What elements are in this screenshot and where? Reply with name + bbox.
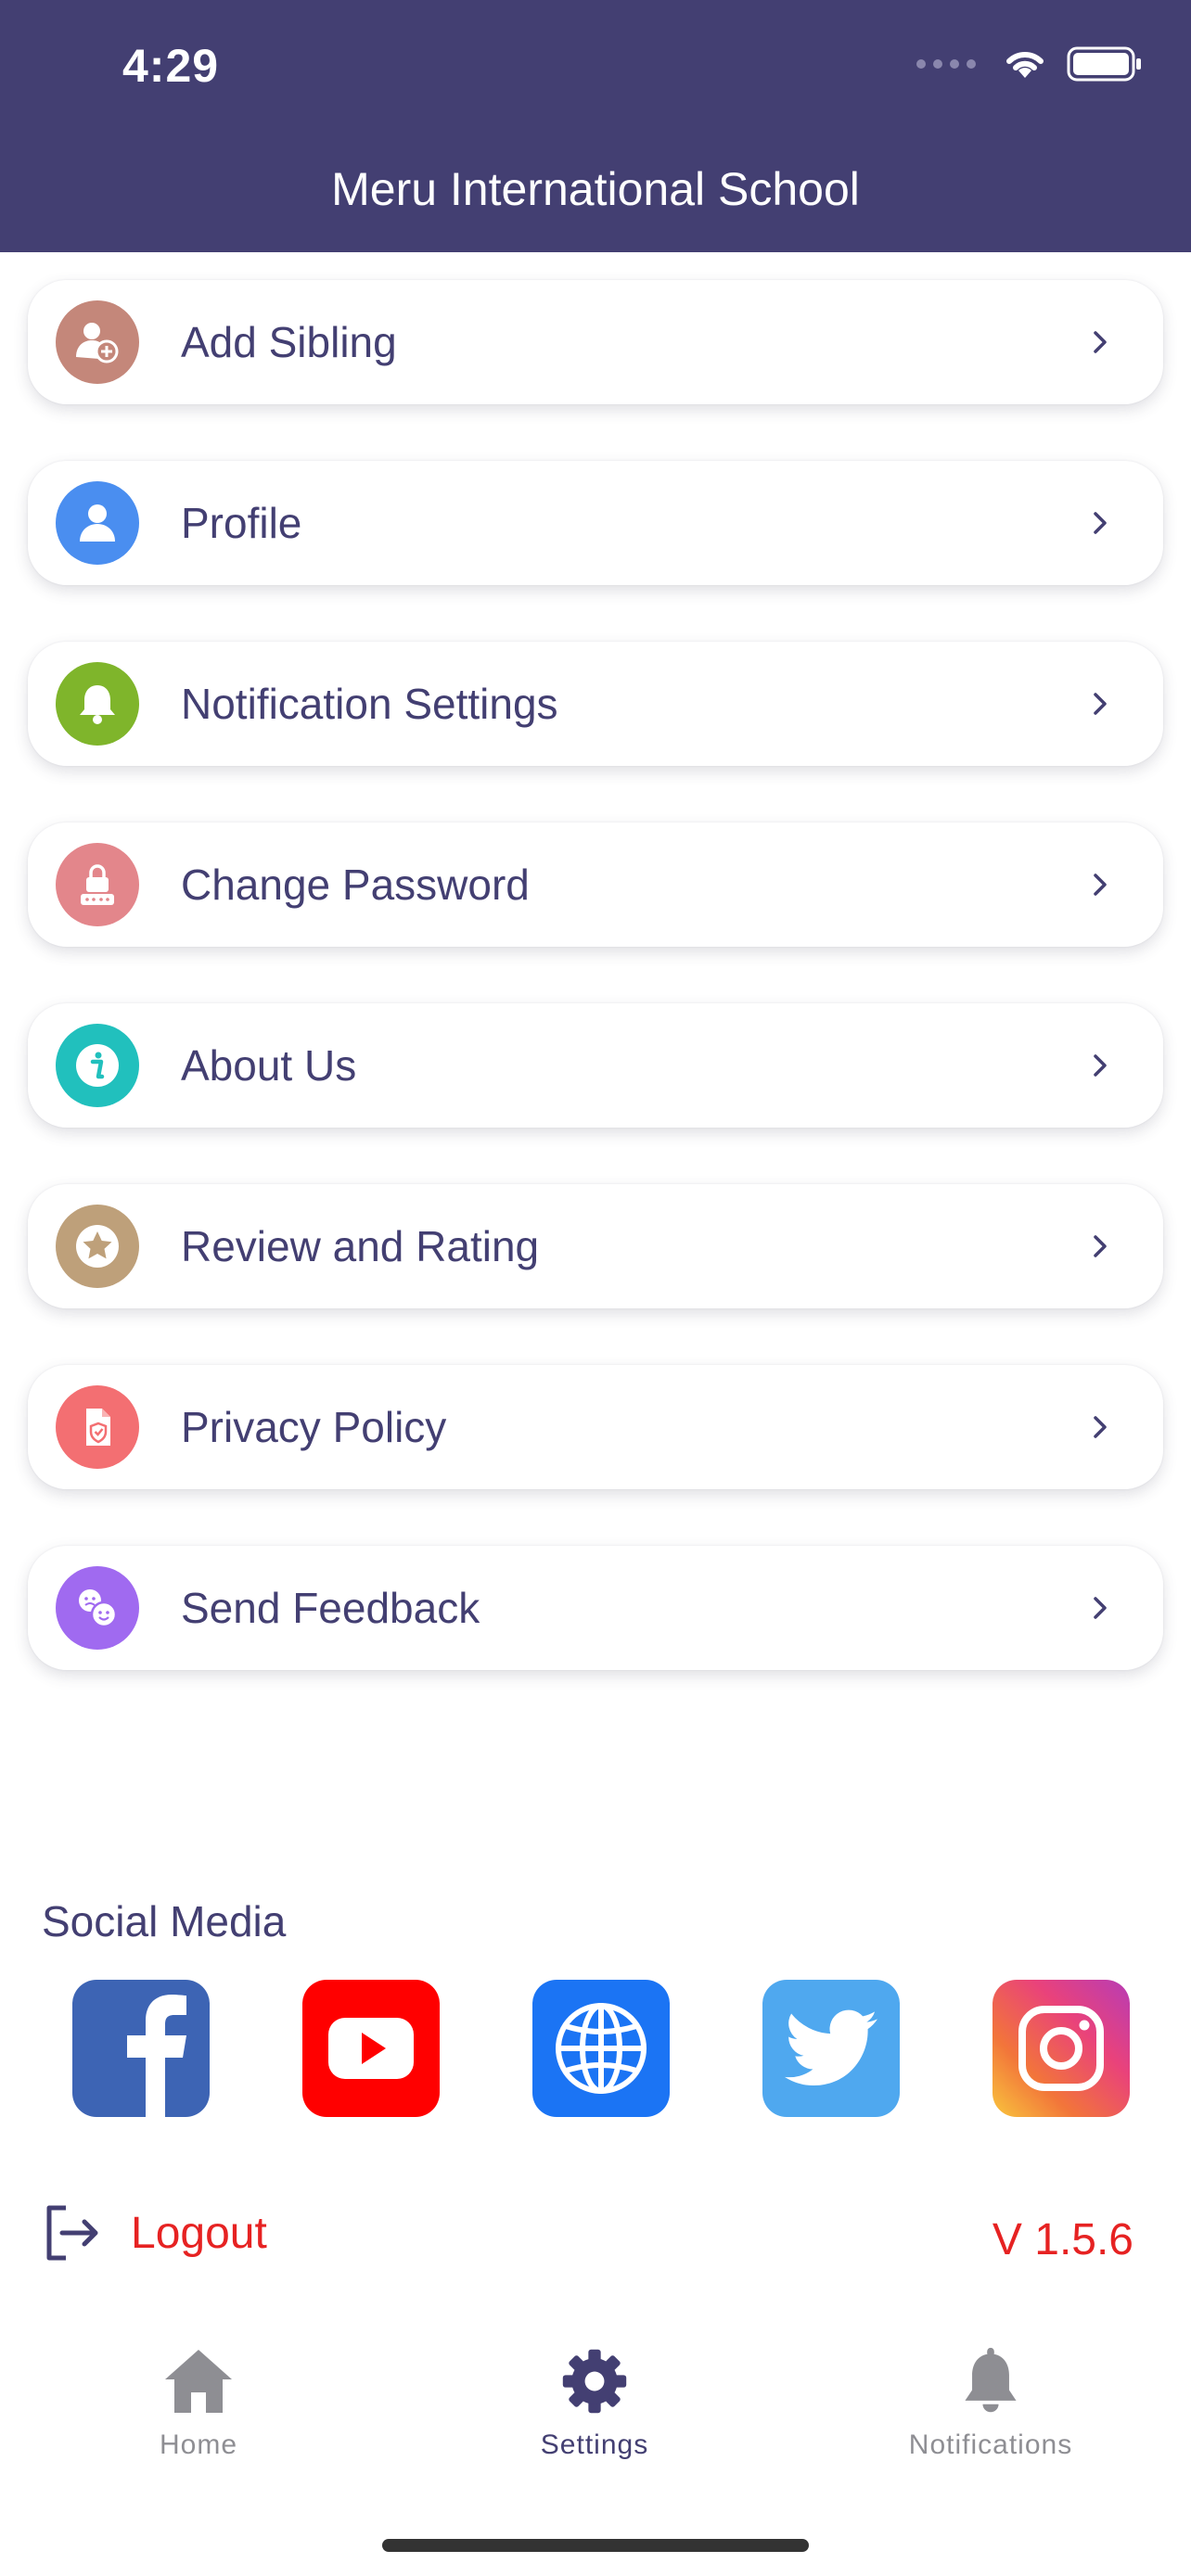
tab-label: Home (159, 2429, 238, 2460)
chevron-right-icon (1094, 1416, 1107, 1438)
globe-icon (556, 2003, 647, 2094)
menu-item-label: Review and Rating (181, 1222, 540, 1270)
status-time: 4:29 (122, 40, 220, 92)
instagram-icon (1018, 2006, 1104, 2091)
home-indicator[interactable] (382, 2539, 809, 2552)
menu-item-label: Add Sibling (181, 318, 397, 366)
menu-item-label: Privacy Policy (181, 1403, 447, 1451)
menu-item-change-password[interactable]: Change Password (28, 823, 1163, 947)
facebook-icon (127, 1995, 186, 2117)
menu-item-label: About Us (181, 1041, 357, 1090)
status-indicators (916, 46, 1143, 82)
menu-item-notification-settings[interactable]: Notification Settings (28, 642, 1163, 766)
social-media-title: Social Media (42, 1897, 287, 1945)
menu-item-about-us[interactable]: About Us (28, 1003, 1163, 1128)
chevron-right-icon (1094, 331, 1107, 353)
page-title: Meru International School (331, 163, 860, 215)
tab-notifications[interactable]: Notifications (870, 2346, 1111, 2461)
app-version: V 1.5.6 (992, 2215, 1133, 2264)
website-button[interactable] (532, 1980, 670, 2117)
app-header: 4:29 Meru International School (0, 0, 1191, 252)
menu-item-label: Change Password (181, 861, 530, 909)
logout-button[interactable]: Logout (42, 2202, 267, 2264)
youtube-button[interactable] (302, 1980, 440, 2117)
wifi-icon (1006, 51, 1044, 78)
tab-bar: Home Settings Notifications (0, 2346, 1191, 2476)
star-icon (56, 1205, 139, 1288)
menu-item-add-sibling[interactable]: Add Sibling (28, 280, 1163, 404)
lock-icon (56, 843, 139, 926)
youtube-icon (328, 2018, 414, 2079)
gear-icon (562, 2349, 627, 2414)
chevron-right-icon (1094, 874, 1107, 896)
tab-label: Notifications (908, 2429, 1073, 2460)
bell-icon (965, 2347, 1017, 2413)
chevron-right-icon (1094, 512, 1107, 534)
bell-icon (56, 662, 139, 746)
tab-settings[interactable]: Settings (474, 2346, 715, 2461)
chevron-right-icon (1094, 1597, 1107, 1619)
chevron-right-icon (1094, 693, 1107, 715)
twitter-button[interactable] (762, 1980, 900, 2117)
home-icon (165, 2350, 232, 2413)
menu-item-label: Send Feedback (181, 1584, 480, 1632)
social-media-links (72, 1980, 1130, 2117)
shield-document-icon (56, 1385, 139, 1469)
info-icon (56, 1024, 139, 1107)
logout-icon (46, 2205, 98, 2261)
menu-item-send-feedback[interactable]: Send Feedback (28, 1546, 1163, 1670)
add-user-icon (56, 300, 139, 384)
menu-item-label: Notification Settings (181, 680, 558, 728)
tab-label: Settings (540, 2429, 649, 2460)
menu-item-review-and-rating[interactable]: Review and Rating (28, 1184, 1163, 1308)
chevron-right-icon (1094, 1054, 1107, 1077)
chevron-right-icon (1094, 1235, 1107, 1257)
instagram-button[interactable] (992, 1980, 1130, 2117)
menu-item-profile[interactable]: Profile (28, 461, 1163, 585)
settings-menu: Add Sibling Profile Notification Setting… (28, 280, 1163, 1727)
battery-icon (1067, 46, 1141, 82)
signal-icon (916, 59, 976, 69)
menu-item-label: Profile (181, 499, 302, 547)
twitter-icon (785, 2009, 877, 2085)
logout-label: Logout (131, 2208, 267, 2258)
person-icon (56, 481, 139, 565)
feedback-icon (56, 1566, 139, 1650)
menu-item-privacy-policy[interactable]: Privacy Policy (28, 1365, 1163, 1489)
facebook-button[interactable] (72, 1980, 210, 2117)
tab-home[interactable]: Home (78, 2346, 319, 2461)
